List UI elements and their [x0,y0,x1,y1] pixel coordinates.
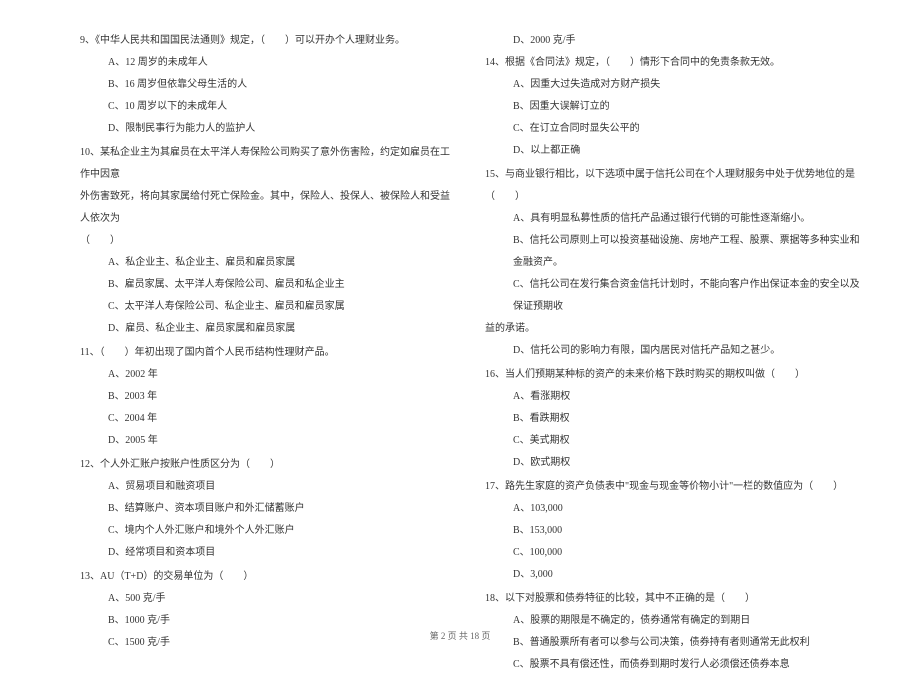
q17-opt-d: D、3,000 [485,564,860,586]
question-16: 16、当人们预期某种标的资产的未来价格下跌时购买的期权叫做（ ） A、看涨期权 … [485,364,860,474]
q10-opt-d: D、雇员、私企业主、雇员家属和雇员家属 [80,318,455,340]
q17-text: 17、路先生家庭的资产负债表中"现金与现金等价物小计"一栏的数值应为（ ） [485,476,860,498]
q11-text: 11、（ ）年初出现了国内首个人民币结构性理财产品。 [80,342,455,364]
q14-opt-b: B、因重大误解订立的 [485,96,860,118]
question-15: 15、与商业银行相比，以下选项中属于信托公司在个人理财服务中处于优势地位的是（ … [485,164,860,362]
q10-opt-c: C、太平洋人寿保险公司、私企业主、雇员和雇员家属 [80,296,455,318]
left-column: 9、《中华人民共和国国民法通则》规定，（ ）可以开办个人理财业务。 A、12 周… [80,30,455,610]
q10-opt-b: B、雇员家属、太平洋人寿保险公司、雇员和私企业主 [80,274,455,296]
q14-text: 14、根据《合同法》规定，（ ）情形下合同中的免责条款无效。 [485,52,860,74]
q14-opt-a: A、因重大过失造成对方财产损失 [485,74,860,96]
q15-text: 15、与商业银行相比，以下选项中属于信托公司在个人理财服务中处于优势地位的是（ … [485,164,860,208]
q13-opt-d: D、2000 克/手 [485,30,860,52]
q9-text: 9、《中华人民共和国国民法通则》规定，（ ）可以开办个人理财业务。 [80,30,455,52]
q11-opt-b: B、2003 年 [80,386,455,408]
q12-opt-b: B、结算账户、资本项目账户和外汇储蓄账户 [80,498,455,520]
q10-text2: 外伤害致死，将向其家属给付死亡保险金。其中，保险人、投保人、被保险人和受益人依次… [80,186,455,230]
q11-opt-c: C、2004 年 [80,408,455,430]
q13-text: 13、AU（T+D）的交易单位为（ ） [80,566,455,588]
q17-opt-a: A、103,000 [485,498,860,520]
q16-opt-d: D、欧式期权 [485,452,860,474]
q14-opt-d: D、以上都正确 [485,140,860,162]
q15-opt-c1: C、信托公司在发行集合资金信托计划时，不能向客户作出保证本金的安全以及保证预期收 [485,274,860,318]
question-12: 12、个人外汇账户按账户性质区分为（ ） A、贸易项目和融资项目 B、结算账户、… [80,454,455,564]
q15-opt-b: B、信托公司原则上可以投资基础设施、房地产工程、股票、票据等多种实业和金融资产。 [485,230,860,274]
q12-opt-d: D、经常项目和资本项目 [80,542,455,564]
q9-opt-a: A、12 周岁的未成年人 [80,52,455,74]
q15-opt-a: A、具有明显私募性质的信托产品通过银行代销的可能性逐渐缩小。 [485,208,860,230]
question-11: 11、（ ）年初出现了国内首个人民币结构性理财产品。 A、2002 年 B、20… [80,342,455,452]
q10-text3: （ ） [80,230,455,252]
q14-opt-c: C、在订立合同时显失公平的 [485,118,860,140]
q9-opt-c: C、10 周岁以下的未成年人 [80,96,455,118]
question-9: 9、《中华人民共和国国民法通则》规定，（ ）可以开办个人理财业务。 A、12 周… [80,30,455,140]
q10-text1: 10、某私企业主为其雇员在太平洋人寿保险公司购买了意外伤害险，约定如雇员在工作中… [80,142,455,186]
q16-opt-b: B、看跌期权 [485,408,860,430]
q16-opt-a: A、看涨期权 [485,386,860,408]
q18-text: 18、以下对股票和债券特征的比较，其中不正确的是（ ） [485,588,860,610]
page-footer: 第 2 页 共 18 页 [0,629,920,642]
q11-opt-d: D、2005 年 [80,430,455,452]
q16-opt-c: C、美式期权 [485,430,860,452]
q12-opt-c: C、境内个人外汇账户和境外个人外汇账户 [80,520,455,542]
q15-opt-d: D、信托公司的影响力有限，国内居民对信托产品知之甚少。 [485,340,860,362]
q13-opt-a: A、500 克/手 [80,588,455,610]
q11-opt-a: A、2002 年 [80,364,455,386]
q12-opt-a: A、贸易项目和融资项目 [80,476,455,498]
q17-opt-c: C、100,000 [485,542,860,564]
q9-opt-d: D、限制民事行为能力人的监护人 [80,118,455,140]
q15-opt-c2: 益的承诺。 [485,318,860,340]
right-column: D、2000 克/手 14、根据《合同法》规定，（ ）情形下合同中的免责条款无效… [485,30,860,610]
question-17: 17、路先生家庭的资产负债表中"现金与现金等价物小计"一栏的数值应为（ ） A、… [485,476,860,586]
q12-text: 12、个人外汇账户按账户性质区分为（ ） [80,454,455,476]
q9-opt-b: B、16 周岁但依靠父母生活的人 [80,74,455,96]
q18-opt-c: C、股票不具有偿还性，而债券到期时发行人必须偿还债券本息 [485,654,860,676]
page-columns: 9、《中华人民共和国国民法通则》规定，（ ）可以开办个人理财业务。 A、12 周… [80,30,860,610]
q16-text: 16、当人们预期某种标的资产的未来价格下跌时购买的期权叫做（ ） [485,364,860,386]
question-14: 14、根据《合同法》规定，（ ）情形下合同中的免责条款无效。 A、因重大过失造成… [485,52,860,162]
q10-opt-a: A、私企业主、私企业主、雇员和雇员家属 [80,252,455,274]
q17-opt-b: B、153,000 [485,520,860,542]
question-10: 10、某私企业主为其雇员在太平洋人寿保险公司购买了意外伤害险，约定如雇员在工作中… [80,142,455,340]
